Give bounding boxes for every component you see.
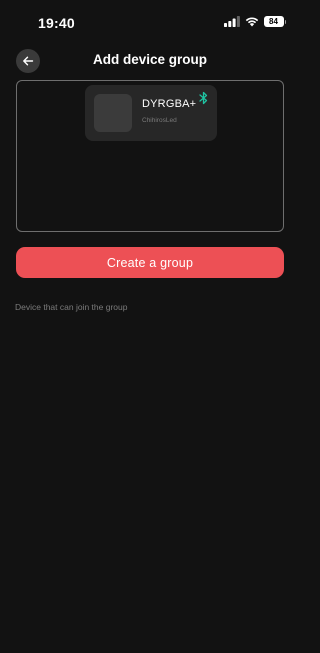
- status-time: 19:40: [38, 15, 75, 31]
- wifi-icon: [245, 17, 258, 27]
- screen: 19:40 84 Add device group DYRGBA+ Chihir…: [0, 0, 300, 653]
- header: Add device group: [0, 46, 300, 74]
- device-card[interactable]: DYRGBA+ ChihirosLed: [85, 85, 217, 141]
- joinable-devices-label: Device that can join the group: [15, 302, 128, 312]
- battery-level: 84: [263, 16, 284, 27]
- battery-icon: 84: [263, 16, 286, 27]
- group-devices-area: DYRGBA+ ChihirosLed: [16, 80, 284, 232]
- create-group-button[interactable]: Create a group: [16, 247, 284, 278]
- device-name: DYRGBA+: [142, 98, 197, 110]
- status-icons: 84: [223, 16, 286, 27]
- device-brand: ChihirosLed: [142, 117, 177, 124]
- status-bar: 19:40 84: [0, 0, 300, 44]
- cellular-signal-icon: [223, 16, 240, 27]
- device-thumbnail: [94, 94, 132, 132]
- page-title: Add device group: [92, 52, 207, 67]
- bluetooth-icon: [199, 91, 208, 105]
